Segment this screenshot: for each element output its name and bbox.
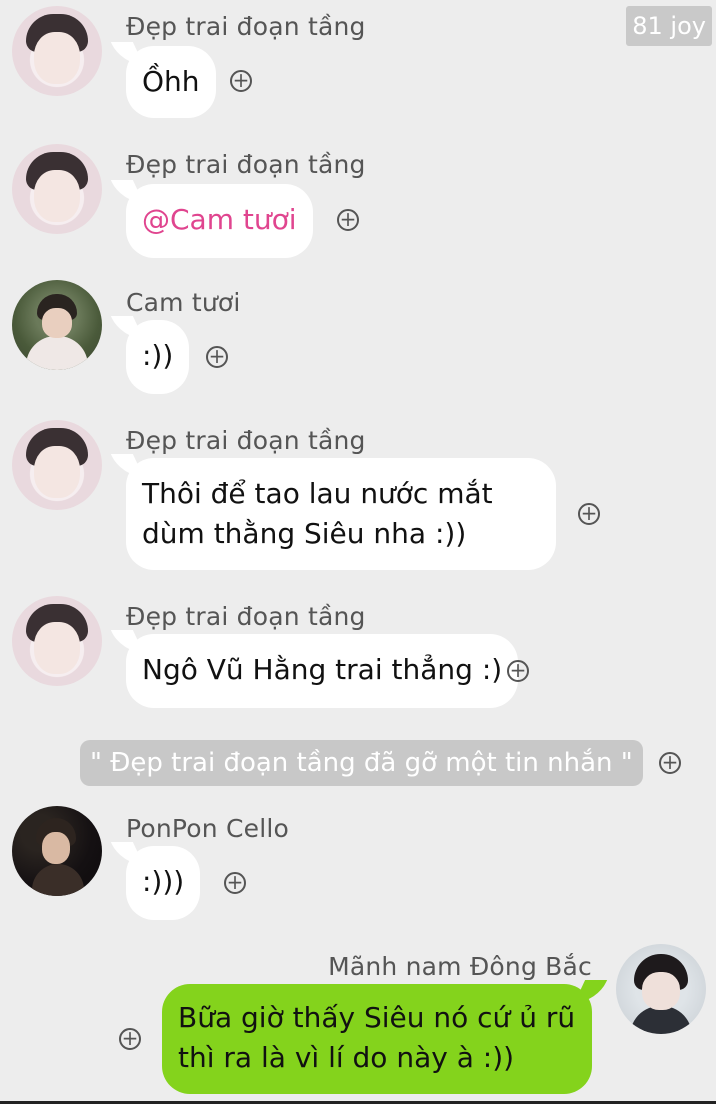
watermark: 81 joy <box>626 6 712 46</box>
sender-name: PonPon Cello <box>126 814 290 843</box>
avatar[interactable] <box>616 944 706 1034</box>
message-line: Bữa giờ thấy Siêu nó cứ ủ rũ <box>178 1001 576 1034</box>
plus-circle-icon[interactable]: + <box>224 872 246 894</box>
message-bubble[interactable]: Ồhh <box>126 46 216 118</box>
message-bubble[interactable]: Thôi để tao lau nước mắt dùm thằng Siêu … <box>126 458 556 570</box>
sender-name: Đẹp trai đoạn tầng <box>126 12 366 41</box>
message-text: Ngô Vũ Hằng trai thẳng :) <box>142 653 503 686</box>
message-bubble[interactable]: :)) <box>126 320 190 394</box>
message-bubble[interactable]: Ngô Vũ Hằng trai thẳng :) <box>126 634 519 708</box>
plus-circle-icon[interactable]: + <box>659 752 681 774</box>
sender-name: Đẹp trai đoạn tầng <box>126 150 366 179</box>
message-line: Thôi để tao lau nước mắt <box>142 477 493 510</box>
plus-circle-icon[interactable]: + <box>230 70 252 92</box>
plus-circle-icon[interactable]: + <box>119 1028 141 1050</box>
message-text: :)) <box>142 339 174 372</box>
avatar[interactable] <box>12 806 102 896</box>
message-text: Ồhh <box>142 65 200 98</box>
plus-circle-icon[interactable]: + <box>578 503 600 525</box>
sender-name: Đẹp trai đoạn tầng <box>126 602 366 631</box>
sender-name: Mãnh nam Đông Bắc <box>328 952 592 981</box>
avatar[interactable] <box>12 420 102 510</box>
system-notice: " Đẹp trai đoạn tầng đã gỡ một tin nhắn … <box>80 740 643 786</box>
plus-circle-icon[interactable]: + <box>206 346 228 368</box>
message-line: thì ra là vì lí do này à :)) <box>178 1041 515 1074</box>
sender-name: Đẹp trai đoạn tầng <box>126 426 366 455</box>
plus-circle-icon[interactable]: + <box>337 209 359 231</box>
avatar[interactable] <box>12 596 102 686</box>
mention-link[interactable]: @Cam tươi <box>142 203 297 236</box>
message-line: dùm thằng Siêu nha :)) <box>142 517 467 550</box>
avatar[interactable] <box>12 144 102 234</box>
sender-name: Cam tươi <box>126 288 241 317</box>
avatar[interactable] <box>12 280 102 370</box>
message-bubble[interactable]: :))) <box>126 846 201 920</box>
avatar[interactable] <box>12 6 102 96</box>
message-bubble[interactable]: @Cam tươi <box>126 184 313 258</box>
plus-circle-icon[interactable]: + <box>507 660 529 682</box>
outgoing-message-bubble[interactable]: Bữa giờ thấy Siêu nó cứ ủ rũ thì ra là v… <box>162 984 592 1094</box>
message-text: :))) <box>142 865 185 898</box>
